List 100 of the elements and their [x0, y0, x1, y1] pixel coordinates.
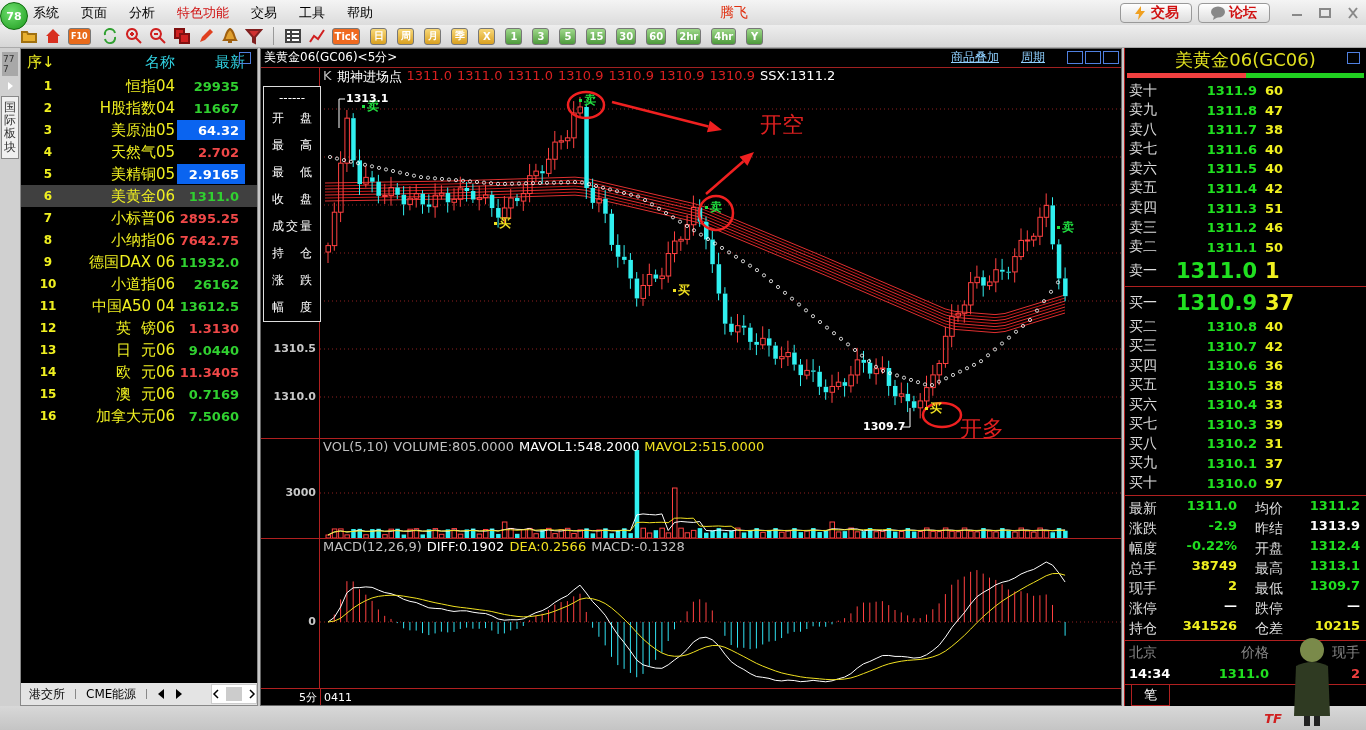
column-header[interactable]: 名称: [71, 52, 175, 72]
quote-row[interactable]: 14 欧 元06 11.3405: [21, 361, 257, 383]
chart-title: 美黄金06(GC06)<5分>: [264, 49, 398, 67]
window-toggle-icon[interactable]: [1347, 52, 1360, 64]
tick-volume: 2: [1349, 665, 1360, 681]
stat-value: —: [1223, 597, 1237, 615]
level-label: 买四: [1129, 356, 1158, 375]
price-cell-text: 1310.2: [1205, 436, 1257, 452]
menu-item[interactable]: 工具: [299, 3, 325, 22]
instrument-name: 小标普06: [109, 208, 175, 228]
quote-row[interactable]: 16 加拿大元06 7.5060: [21, 405, 257, 427]
instrument-name: 加拿大元06: [94, 406, 175, 426]
menu-item[interactable]: 交易: [251, 3, 277, 22]
price-cell: 26162: [193, 276, 239, 292]
legend-item: MACD:-0.1328: [591, 538, 685, 554]
sell-signal: 卖: [705, 198, 722, 216]
market-tab[interactable]: 港交所: [29, 685, 65, 703]
column-header: 现手: [1331, 643, 1360, 662]
forum-button[interactable]: 论坛: [1198, 2, 1270, 23]
menu-item[interactable]: 分析: [129, 3, 155, 22]
date-label: 0411: [323, 690, 352, 704]
info-label: 幅度: [272, 298, 312, 316]
legend-item: VOLUME:805.0000: [393, 439, 515, 455]
menu-item[interactable]: 特色功能: [177, 3, 229, 22]
quote-row[interactable]: 2 H股指数04 11667: [21, 97, 257, 119]
quote-row[interactable]: 4 天然气05 2.702: [21, 141, 257, 163]
trade-button[interactable]: 交易: [1120, 2, 1192, 23]
zoom-out-icon[interactable]: [148, 27, 167, 45]
bell-icon[interactable]: [220, 27, 239, 45]
stat-label: 涨停: [1129, 598, 1158, 618]
stat-value: -0.22%: [1185, 537, 1237, 555]
price-cell-text: 1310.0: [1205, 475, 1257, 491]
menu-item[interactable]: 页面: [81, 3, 107, 22]
side-tab[interactable]: 国际板块: [1, 96, 19, 159]
price-cell: 11.3405: [179, 364, 239, 380]
annotation-arrow: [705, 151, 754, 195]
level-label: 卖五: [1129, 179, 1158, 198]
stat-value: 1311.2: [1308, 497, 1360, 515]
volume-cell-text: 31: [1264, 436, 1285, 452]
instrument-title: 美黄金06(GC06): [1175, 48, 1316, 72]
quote-row[interactable]: 9 德国DAX 06 11932.0: [21, 251, 257, 273]
sell-signal: 卖: [1057, 218, 1074, 236]
quote-row[interactable]: 10 小道指06 26162: [21, 273, 257, 295]
speech-bubble-icon: [1211, 5, 1225, 20]
volume-cell-text: 40: [1264, 141, 1285, 157]
line-chart-icon[interactable]: [307, 27, 326, 45]
tick-time: 14:34: [1129, 665, 1172, 681]
legend-item: K: [323, 67, 332, 85]
table-icon[interactable]: [283, 27, 302, 45]
column-header[interactable]: 序↓: [21, 52, 71, 72]
stat-value: 1311.0: [1185, 497, 1237, 515]
info-label: 开盘: [272, 109, 312, 127]
quote-row[interactable]: 6 美黄金06 1311.0: [21, 185, 257, 207]
price-mark: 1309.7: [863, 419, 906, 433]
quote-row[interactable]: 3 美原油05 64.32: [21, 119, 257, 141]
quote-row[interactable]: 12 英 镑06 1.3130: [21, 317, 257, 339]
row-number: 4: [42, 145, 54, 159]
instrument-name: 天然气05: [109, 142, 175, 162]
row-number: 6: [42, 189, 54, 203]
legend-item: 1310.9: [558, 67, 604, 85]
trades-tab[interactable]: 笔: [1131, 684, 1170, 706]
scrollbar[interactable]: [211, 684, 257, 704]
filter-icon[interactable]: [244, 27, 263, 45]
quote-row[interactable]: 15 澳 元06 0.7169: [21, 383, 257, 405]
annotation-text: 开多: [960, 414, 1004, 443]
level-label: 买五: [1129, 376, 1158, 395]
volume-cell-text: 97: [1264, 475, 1285, 491]
legend-item: MAVOL2:515.0000: [644, 439, 765, 455]
market-tab[interactable]: CME能源: [86, 685, 137, 703]
volume-cell-text: 46: [1264, 220, 1285, 236]
info-label: 收盘: [272, 190, 312, 208]
menu-item[interactable]: 系统: [33, 3, 59, 22]
info-label: 涨跌: [272, 271, 312, 289]
level-label: 卖九: [1129, 101, 1158, 120]
quote-row[interactable]: 5 美精铜05 2.9165: [21, 163, 257, 185]
menu-item[interactable]: 帮助: [347, 3, 373, 22]
level-label: 买一: [1129, 294, 1158, 313]
chart-link[interactable]: 周期: [1021, 49, 1045, 67]
price-cell: 7.5060: [188, 408, 239, 424]
quote-row[interactable]: 11 中国A50 04 13612.5: [21, 295, 257, 317]
home-icon[interactable]: [44, 27, 62, 45]
level-label: 买七: [1129, 415, 1158, 434]
quote-row[interactable]: 7 小标普06 2895.25: [21, 207, 257, 229]
right-arrow-icon[interactable]: [175, 689, 184, 699]
legend-item: 1311.0: [457, 67, 503, 85]
quote-row[interactable]: 1 恒指04 29935: [21, 75, 257, 97]
zoom-in-icon[interactable]: [124, 27, 143, 45]
volume-cell-text: 42: [1264, 181, 1285, 196]
row-number: 3: [42, 123, 54, 137]
legend-item: 期神进场点: [336, 67, 402, 86]
price-cell: 64.32: [197, 122, 239, 138]
quote-row[interactable]: 13 日 元06 9.0440: [21, 339, 257, 361]
level-label: 买九: [1129, 454, 1158, 473]
window-toggle-icon[interactable]: [1103, 51, 1119, 65]
level-label: 卖八: [1129, 120, 1158, 139]
stat-label: 均价: [1254, 498, 1284, 518]
quote-row[interactable]: 8 小纳指06 7642.75: [21, 229, 257, 251]
price-cell: 13612.5: [179, 298, 239, 314]
chart-link[interactable]: 商品叠加: [951, 49, 999, 67]
windows-icon[interactable]: [172, 27, 191, 45]
